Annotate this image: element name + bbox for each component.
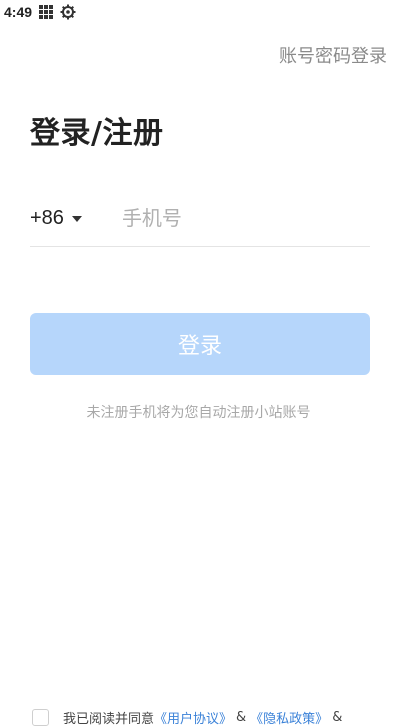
login-button[interactable]: 登录 (30, 313, 370, 375)
page-title: 登录/注册 (30, 116, 164, 151)
agreement-separator: & (236, 710, 247, 725)
agreement-suffix: & (332, 710, 343, 725)
country-code-label: +86 (30, 206, 64, 229)
status-time: 4:49 (4, 4, 33, 20)
phone-input-row: +86 (30, 190, 371, 247)
status-bar: 4:49 (0, 0, 397, 24)
agreement-prefix: 我已阅读并同意 (63, 712, 155, 727)
privacy-policy-link[interactable]: 《隐私政策》 (250, 708, 328, 727)
agreement-checkbox[interactable] (32, 709, 49, 726)
caret-down-icon (71, 216, 82, 222)
country-code-selector[interactable]: +86 (30, 190, 102, 246)
auto-register-hint: 未注册手机将为您自动注册小站账号 (86, 405, 311, 421)
account-password-login-link[interactable]: 账号密码登录 (279, 42, 387, 68)
gear-icon (60, 4, 76, 20)
agreement-row: 我已阅读并同意 《用户协议》 & 《隐私政策》 & (32, 708, 346, 727)
user-agreement-link[interactable]: 《用户协议》 (154, 708, 232, 727)
grid-icon (38, 4, 54, 20)
phone-input[interactable] (121, 206, 371, 230)
